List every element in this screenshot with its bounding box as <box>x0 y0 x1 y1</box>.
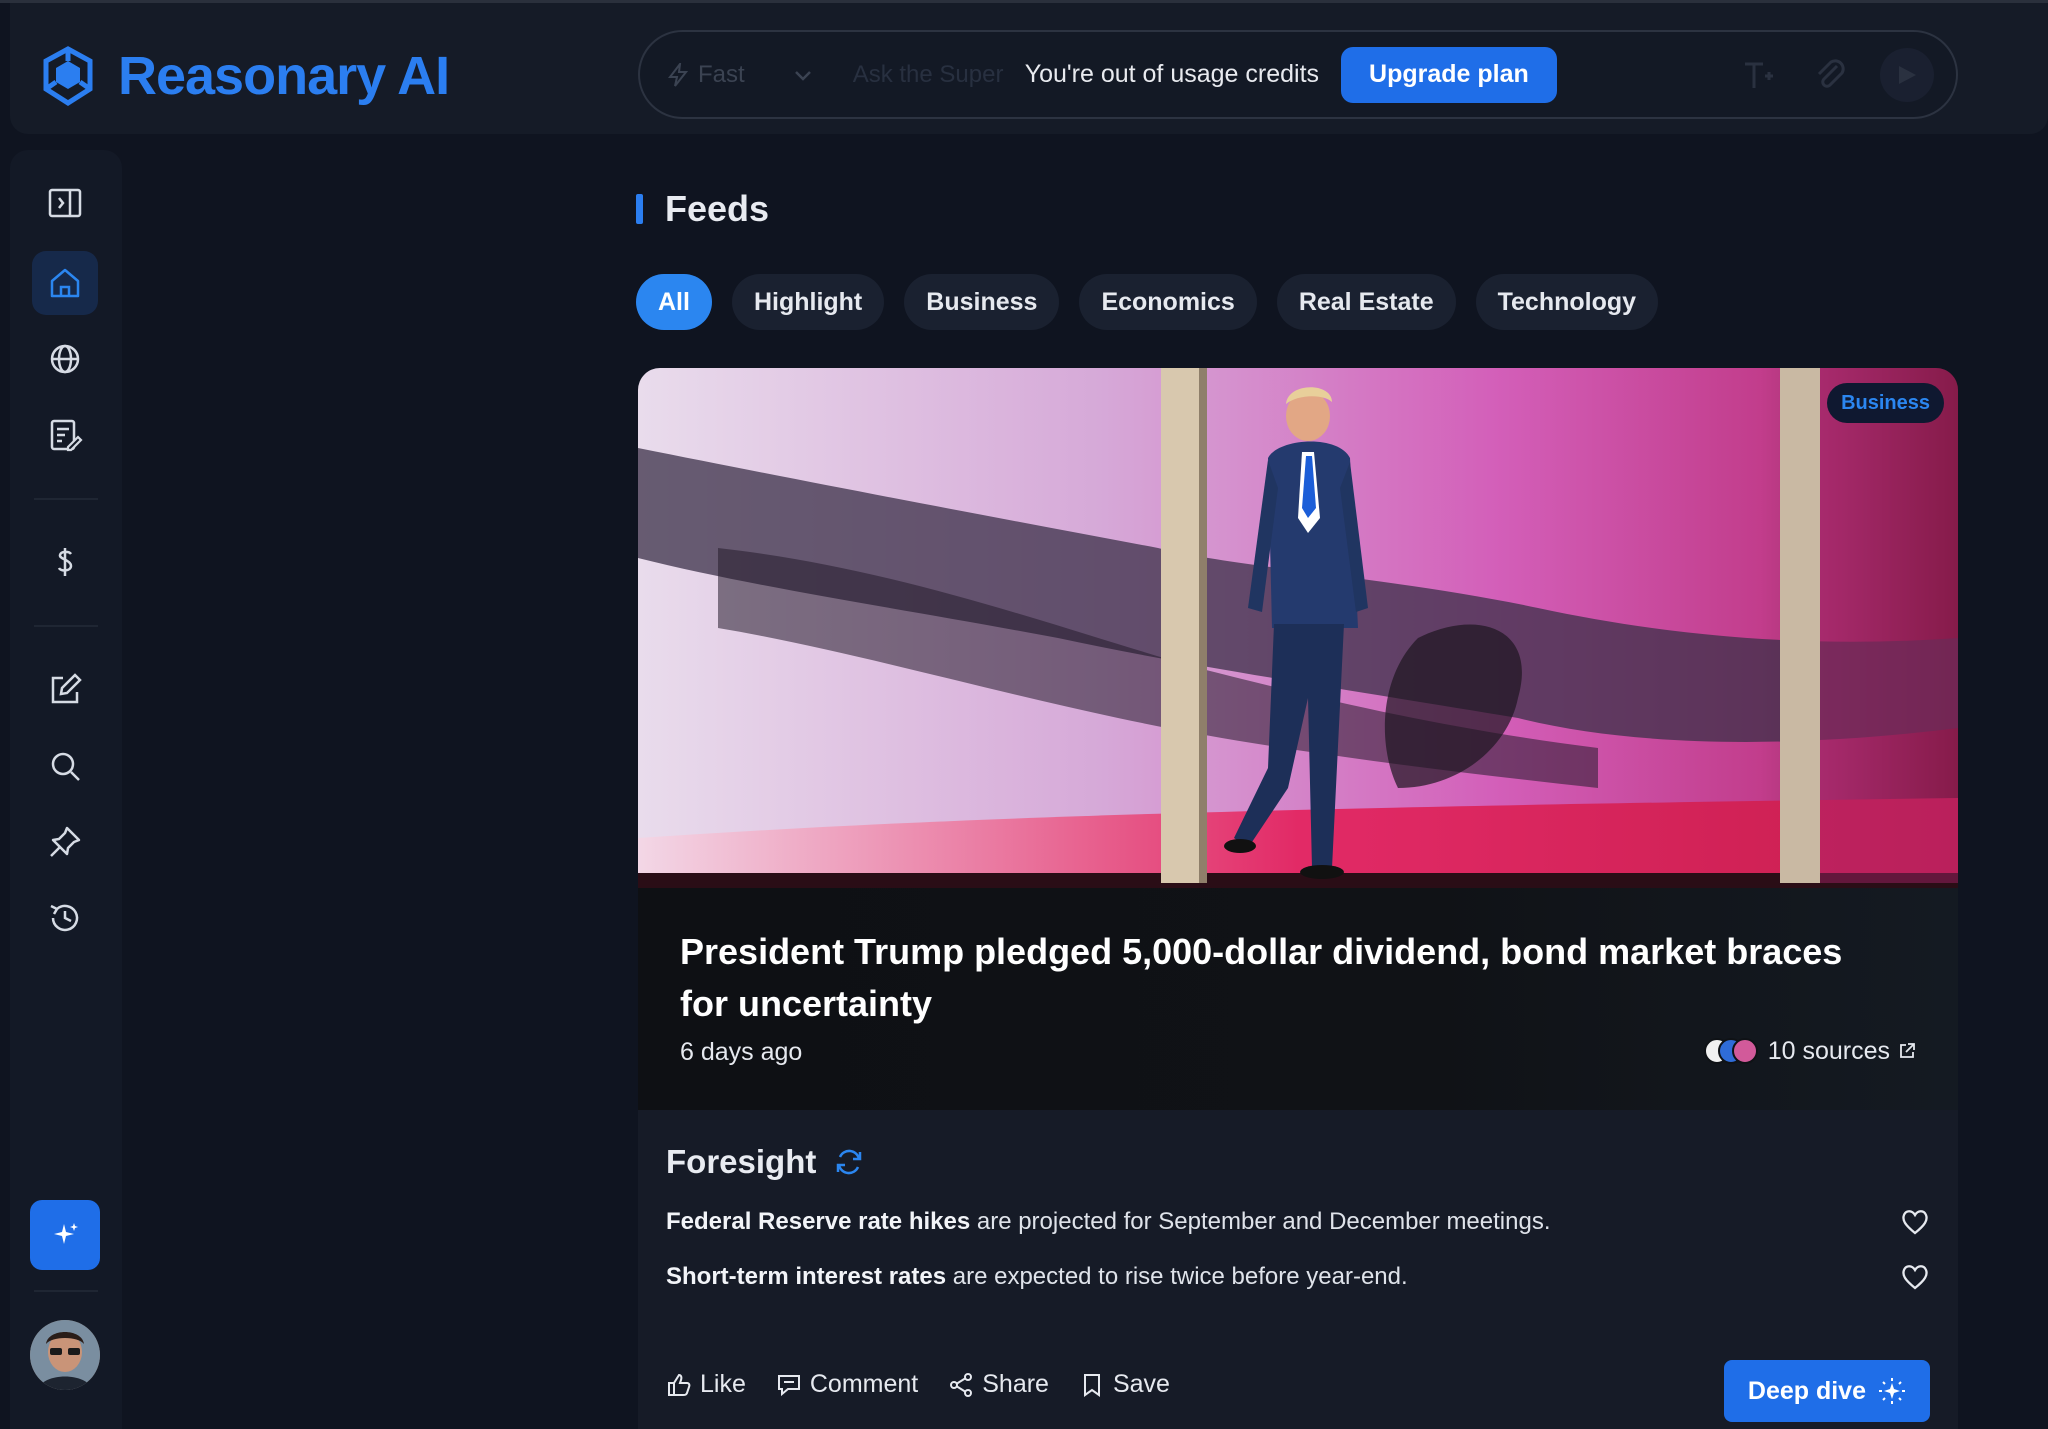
text-format-icon[interactable] <box>1736 48 1780 102</box>
history-icon <box>50 904 79 932</box>
bolt-icon <box>668 62 688 87</box>
sources-count: 10 sources <box>1767 1036 1890 1065</box>
sidebar-item-history[interactable] <box>32 886 98 950</box>
comment-icon <box>777 1374 800 1396</box>
tab-real-estate[interactable]: Real Estate <box>1276 274 1456 330</box>
pin-icon <box>50 826 81 857</box>
foresight-item-bold: Federal Reserve rate hikes <box>666 1208 971 1235</box>
category-badge[interactable]: Business <box>1827 383 1944 423</box>
user-avatar[interactable] <box>30 1320 100 1390</box>
foresight-item: Short-term interest rates are expected t… <box>666 1263 1930 1291</box>
sidebar-divider <box>34 498 98 500</box>
refresh-icon[interactable] <box>834 1147 864 1177</box>
search-icon <box>51 752 80 781</box>
sidebar-item-new-chat[interactable] <box>32 658 98 722</box>
article-headline[interactable]: President Trump pledged 5,000-dollar div… <box>680 926 1880 1030</box>
tab-all[interactable]: All <box>636 274 712 330</box>
save-button[interactable]: Save <box>1079 1370 1170 1399</box>
comment-label: Comment <box>809 1370 919 1398</box>
deep-dive-label: Deep dive <box>1747 1376 1866 1405</box>
article-actions: Like Comment Share Save <box>666 1370 1170 1399</box>
sidebar-item-search[interactable] <box>32 734 98 798</box>
home-icon <box>50 268 80 298</box>
foresight-item-bold: Short-term interest rates <box>666 1263 947 1290</box>
sidebar-toggle-button[interactable] <box>32 171 98 235</box>
like-button[interactable]: Like <box>666 1370 746 1399</box>
share-icon <box>950 1372 973 1397</box>
ask-bar: Fast Ask the Super You're out of usage c… <box>638 30 1958 119</box>
sidebar-item-home[interactable] <box>32 251 98 315</box>
foresight-item: Federal Reserve rate hikes are projected… <box>666 1208 1930 1236</box>
heart-icon[interactable] <box>1900 1263 1930 1291</box>
foresight-item-text: Short-term interest rates are expected t… <box>666 1263 1408 1291</box>
thumbs-up-icon <box>668 1373 691 1396</box>
article-hero-image[interactable] <box>638 368 1958 888</box>
logo-cube-icon <box>43 46 93 106</box>
foresight-title: Foresight <box>666 1143 817 1180</box>
foresight-item-rest: are projected for September and December… <box>970 1208 1551 1235</box>
sidebar-item-pinned[interactable] <box>32 810 98 874</box>
brand-name: Reasonary AI <box>118 46 450 106</box>
article-card: Business President Trump pledged 5,000-d… <box>638 368 1958 1429</box>
heart-icon[interactable] <box>1900 1208 1930 1236</box>
ai-assistant-button[interactable] <box>30 1200 100 1270</box>
feed-tabs: All Highlight Business Economics Real Es… <box>636 274 1659 330</box>
tab-technology[interactable]: Technology <box>1475 274 1659 330</box>
sidebar-item-discover[interactable] <box>32 327 98 391</box>
article-caption: President Trump pledged 5,000-dollar div… <box>638 888 1958 1110</box>
tab-business[interactable]: Business <box>904 274 1060 330</box>
external-link-icon <box>1900 1043 1915 1058</box>
foresight-item-rest: are expected to rise twice before year-e… <box>946 1263 1408 1290</box>
globe-icon <box>50 344 80 374</box>
sparkle-burst-icon <box>1879 1378 1905 1404</box>
share-button[interactable]: Share <box>948 1370 1049 1399</box>
share-label: Share <box>982 1370 1049 1398</box>
tab-economics[interactable]: Economics <box>1079 274 1257 330</box>
heading-accent <box>636 194 643 224</box>
dollar-icon <box>57 548 73 576</box>
foresight-header: Foresight <box>666 1143 864 1181</box>
mode-selector[interactable]: Fast <box>668 61 813 89</box>
sidebar-divider <box>34 1290 98 1292</box>
compose-icon <box>51 673 82 704</box>
save-label: Save <box>1112 1370 1170 1398</box>
mode-label: Fast <box>698 60 745 88</box>
feeds-heading: Feeds <box>636 188 769 230</box>
article-timestamp: 6 days ago <box>680 1038 803 1066</box>
sidebar-toggle-icon <box>48 188 82 218</box>
sidebar-item-pricing[interactable] <box>32 530 98 594</box>
sidebar-item-library[interactable] <box>32 403 98 467</box>
deep-dive-button[interactable]: Deep dive <box>1723 1360 1930 1422</box>
source-favicons <box>1703 1036 1760 1066</box>
attach-icon[interactable] <box>1808 48 1852 102</box>
sidebar-divider <box>34 625 98 627</box>
like-label: Like <box>700 1370 746 1398</box>
credits-message: You're out of usage credits <box>1024 60 1320 88</box>
sparkle-icon <box>54 1223 78 1244</box>
chevron-down-icon <box>794 70 811 81</box>
page-title: Feeds <box>665 188 770 229</box>
upgrade-plan-button[interactable]: Upgrade plan <box>1341 46 1557 103</box>
sources-link[interactable]: 10 sources <box>1703 1036 1916 1066</box>
comment-button[interactable]: Comment <box>776 1370 918 1399</box>
send-button[interactable] <box>1880 48 1934 102</box>
brand-logo[interactable]: Reasonary AI <box>40 45 450 107</box>
bookmark-icon <box>1083 1373 1100 1397</box>
foresight-item-text: Federal Reserve rate hikes are projected… <box>666 1208 1551 1236</box>
ask-input-placeholder[interactable]: Ask the Super <box>853 61 1015 89</box>
left-sidebar <box>10 150 122 1429</box>
tab-highlight[interactable]: Highlight <box>731 274 885 330</box>
document-edit-icon <box>50 419 83 452</box>
send-icon <box>1899 66 1916 84</box>
